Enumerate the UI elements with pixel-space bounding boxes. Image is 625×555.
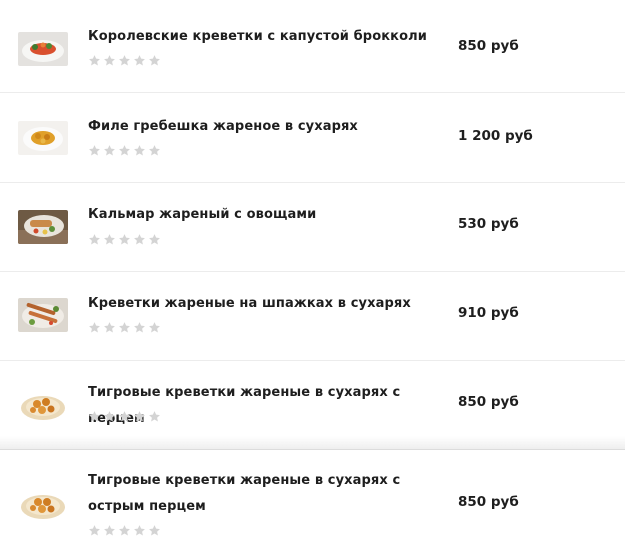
star-icon[interactable] <box>118 410 131 423</box>
rating-stars[interactable] <box>88 54 161 68</box>
star-icon[interactable] <box>118 144 131 157</box>
star-icon[interactable] <box>88 524 101 537</box>
star-icon[interactable] <box>103 410 116 423</box>
rating-stars[interactable] <box>88 321 161 335</box>
star-icon[interactable] <box>133 524 146 537</box>
star-icon[interactable] <box>133 54 146 67</box>
dish-image[interactable] <box>18 32 68 66</box>
rating-stars[interactable] <box>88 144 161 158</box>
star-icon[interactable] <box>133 410 146 423</box>
star-icon[interactable] <box>88 144 101 157</box>
menu-item[interactable]: Креветки жареные на шпажках в сухарях 91… <box>0 273 625 361</box>
dish-image[interactable] <box>18 121 68 155</box>
dish-price: 850 руб <box>458 38 519 54</box>
rating-stars[interactable] <box>88 524 161 538</box>
star-icon[interactable] <box>133 233 146 246</box>
menu-item[interactable]: Тигровые креветки жареные в сухарях с ос… <box>0 451 625 555</box>
star-icon[interactable] <box>148 410 161 423</box>
dish-name[interactable]: Тигровые креветки жареные в сухарях с пе… <box>88 380 443 432</box>
menu-item[interactable]: Кальмар жареный с овощами 530 руб <box>0 184 625 272</box>
star-icon[interactable] <box>148 524 161 537</box>
star-icon[interactable] <box>103 54 116 67</box>
star-icon[interactable] <box>148 144 161 157</box>
star-icon[interactable] <box>118 54 131 67</box>
dish-image[interactable] <box>18 298 68 332</box>
dish-name[interactable]: Филе гребешка жареное в сухарях <box>88 114 443 140</box>
star-icon[interactable] <box>118 233 131 246</box>
section-shadow <box>0 436 625 450</box>
dish-price: 910 руб <box>458 305 519 321</box>
star-icon[interactable] <box>88 410 101 423</box>
star-icon[interactable] <box>88 54 101 67</box>
star-icon[interactable] <box>118 321 131 334</box>
dish-price: 850 руб <box>458 394 519 410</box>
star-icon[interactable] <box>103 524 116 537</box>
rating-stars[interactable] <box>88 410 161 424</box>
dish-name[interactable]: Креветки жареные на шпажках в сухарях <box>88 291 443 317</box>
dish-image[interactable] <box>18 487 68 521</box>
dish-name[interactable]: Кальмар жареный с овощами <box>88 202 443 228</box>
star-icon[interactable] <box>103 321 116 334</box>
dish-image[interactable] <box>18 388 68 422</box>
dish-price: 850 руб <box>458 494 519 510</box>
dish-price: 1 200 руб <box>458 128 533 144</box>
star-icon[interactable] <box>118 524 131 537</box>
menu-item[interactable]: Филе гребешка жареное в сухарях 1 200 ру… <box>0 94 625 183</box>
star-icon[interactable] <box>148 54 161 67</box>
star-icon[interactable] <box>88 321 101 334</box>
star-icon[interactable] <box>103 233 116 246</box>
star-icon[interactable] <box>103 144 116 157</box>
dish-price: 530 руб <box>458 216 519 232</box>
star-icon[interactable] <box>148 321 161 334</box>
star-icon[interactable] <box>88 233 101 246</box>
dish-name[interactable]: Тигровые креветки жареные в сухарях с ос… <box>88 468 443 520</box>
menu-item[interactable]: Королевские креветки с капустой брокколи… <box>0 0 625 93</box>
star-icon[interactable] <box>148 233 161 246</box>
rating-stars[interactable] <box>88 233 161 247</box>
star-icon[interactable] <box>133 321 146 334</box>
dish-image[interactable] <box>18 210 68 244</box>
star-icon[interactable] <box>133 144 146 157</box>
dish-name[interactable]: Королевские креветки с капустой брокколи <box>88 24 443 50</box>
